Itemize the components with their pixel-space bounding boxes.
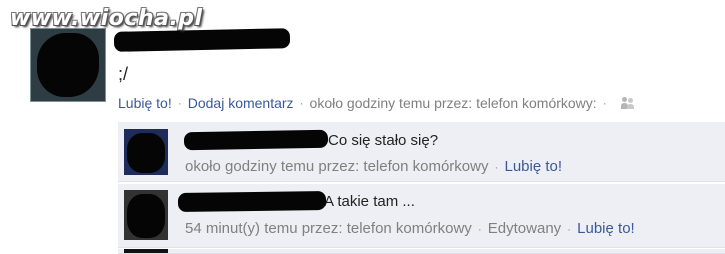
comment-like-link[interactable]: Lubię to!	[504, 158, 562, 175]
watermark: www.wiocha.pl	[10, 6, 203, 31]
comment-meta: 54 minut(y) temu przez: telefon komórkow…	[185, 220, 635, 237]
commenter-avatar[interactable]	[124, 249, 168, 253]
edited-label: Edytowany	[487, 220, 562, 237]
post-like-link[interactable]: Lubię to!	[118, 95, 172, 111]
commenter-avatar[interactable]	[124, 190, 168, 240]
comment-timestamp: około godziny temu przez: telefon komórk…	[185, 158, 489, 175]
post-author-name-redacted	[113, 28, 291, 52]
commenter-name-redacted	[177, 190, 327, 213]
separator: ·	[477, 221, 482, 236]
separator: ·	[602, 96, 607, 110]
commenter-avatar[interactable]	[124, 129, 168, 175]
redaction-blot	[37, 33, 99, 97]
add-comment-link[interactable]: Dodaj komentarz	[188, 95, 294, 111]
separator: ·	[567, 221, 572, 236]
post-author-avatar[interactable]	[30, 28, 106, 102]
separator: ·	[494, 159, 499, 174]
comment-text: Co się stało się?	[328, 132, 439, 149]
post-timestamp: około godziny temu przez: telefon komórk…	[309, 95, 597, 111]
separator: ·	[299, 96, 304, 110]
post-action-row: Lubię to! · Dodaj komentarz · około godz…	[118, 95, 635, 111]
people-icon[interactable]	[620, 97, 635, 109]
separator: ·	[177, 96, 182, 110]
commenter-name-redacted	[183, 129, 329, 151]
redaction-blot	[127, 133, 165, 173]
redaction-blot	[127, 194, 165, 238]
comment-meta: około godziny temu przez: telefon komórk…	[185, 158, 562, 175]
comment-item-partial	[118, 249, 725, 254]
comment-timestamp: 54 minut(y) temu przez: telefon komórkow…	[185, 220, 472, 237]
post-text: ;/	[118, 64, 129, 84]
comment-like-link[interactable]: Lubię to!	[577, 220, 635, 237]
comment-text: A takie tam ...	[324, 193, 415, 210]
